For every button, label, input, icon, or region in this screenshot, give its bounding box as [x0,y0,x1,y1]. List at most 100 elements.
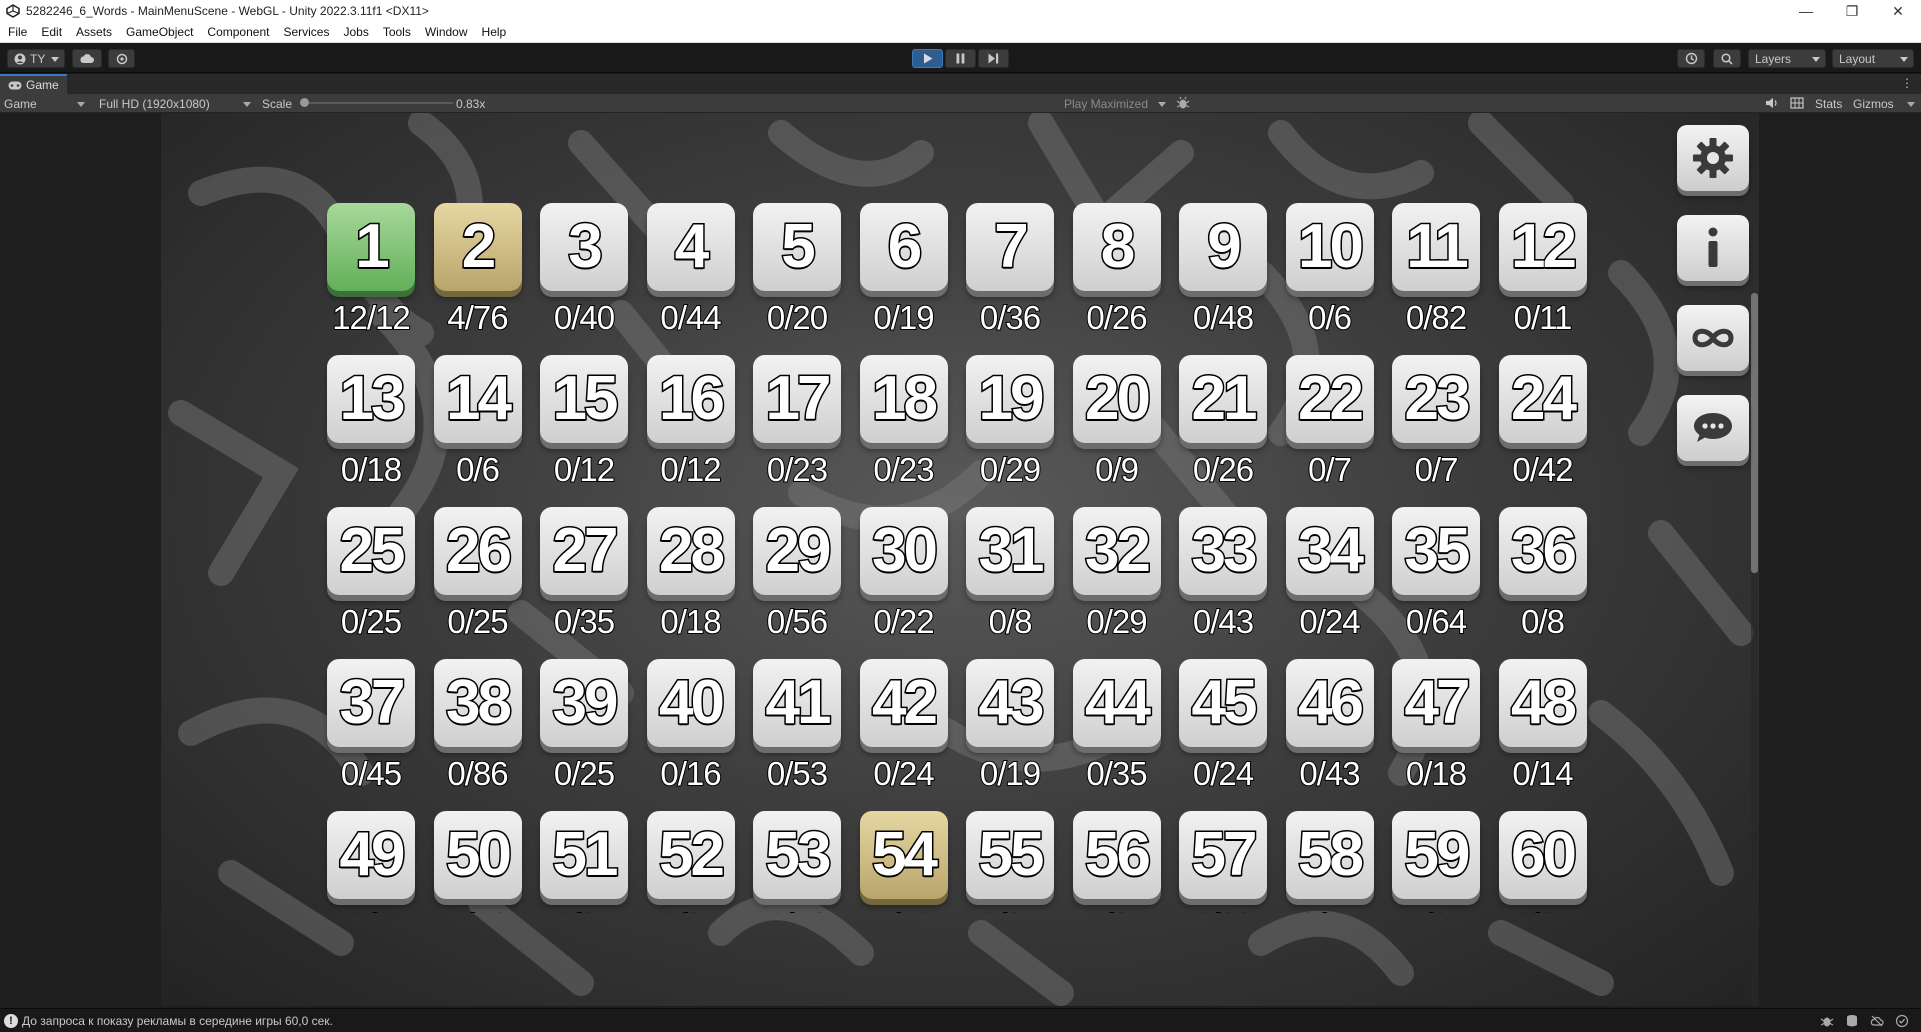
level-tile[interactable]: 55 [966,811,1054,899]
level-button[interactable]: 18 0/23 [851,355,957,505]
level-tile[interactable]: 50 [433,811,522,899]
menu-component[interactable]: Component [207,25,269,39]
level-tile[interactable]: 4 [646,203,735,291]
level-button[interactable]: 34 0/24 [1277,507,1383,657]
level-button[interactable]: 58 0/14 [1277,811,1383,913]
level-button[interactable]: 36 0/8 [1490,507,1596,657]
level-tile[interactable]: 51 [540,811,628,899]
level-button[interactable]: 27 0/35 [531,507,637,657]
level-button[interactable]: 20 0/9 [1064,355,1170,505]
level-tile[interactable]: 3 [540,203,628,291]
level-tile[interactable]: 40 [646,659,735,747]
level-tile[interactable]: 58 [1285,811,1374,899]
database-icon[interactable] [1845,1014,1859,1028]
level-tile[interactable]: 2 [433,203,522,291]
level-button[interactable]: 56 0/25 [1064,811,1170,913]
level-tile[interactable]: 45 [1179,659,1267,747]
level-tile[interactable]: 56 [1072,811,1161,899]
level-tile[interactable]: 27 [540,507,628,595]
level-button[interactable]: 49 0/8 [318,811,424,913]
level-tile[interactable]: 1 [327,203,415,291]
info-button[interactable] [1677,215,1749,281]
level-button[interactable]: 21 0/26 [1170,355,1276,505]
collab-button[interactable] [108,49,135,68]
level-button[interactable]: 32 0/29 [1064,507,1170,657]
level-button[interactable]: 35 0/64 [1383,507,1489,657]
level-tile[interactable]: 13 [327,355,415,443]
menu-assets[interactable]: Assets [76,25,112,39]
play-mode-dropdown[interactable]: Play Maximized [1060,94,1170,113]
level-tile[interactable]: 38 [433,659,522,747]
level-tile[interactable]: 25 [327,507,415,595]
level-button[interactable]: 45 0/24 [1170,659,1276,809]
menu-jobs[interactable]: Jobs [343,25,368,39]
menu-gameobject[interactable]: GameObject [126,25,193,39]
tab-game[interactable]: Game [0,74,67,94]
level-button[interactable]: 4 0/44 [638,203,744,353]
level-button[interactable]: 14 0/6 [425,355,531,505]
level-tile[interactable]: 16 [646,355,735,443]
level-tile[interactable]: 23 [1392,355,1480,443]
level-tile[interactable]: 32 [1072,507,1161,595]
endless-mode-button[interactable] [1677,305,1749,371]
cloud-button[interactable] [72,49,102,68]
level-button[interactable]: 46 0/43 [1277,659,1383,809]
kebab-menu-icon[interactable]: ⋮ [1901,76,1913,90]
level-button[interactable]: 5 0/20 [744,203,850,353]
level-tile[interactable]: 24 [1498,355,1587,443]
level-button[interactable]: 53 0/12 [744,811,850,913]
level-tile[interactable]: 39 [540,659,628,747]
menu-tools[interactable]: Tools [383,25,411,39]
level-tile[interactable]: 46 [1285,659,1374,747]
level-tile[interactable]: 17 [753,355,841,443]
scrollbar-thumb[interactable] [1751,293,1758,573]
level-button[interactable]: 17 0/23 [744,355,850,505]
level-tile[interactable]: 47 [1392,659,1480,747]
level-tile[interactable]: 31 [966,507,1054,595]
level-button[interactable]: 48 0/14 [1490,659,1596,809]
level-button[interactable]: 41 0/53 [744,659,850,809]
level-tile[interactable]: 34 [1285,507,1374,595]
level-button[interactable]: 6 0/19 [851,203,957,353]
level-button[interactable]: 8 0/26 [1064,203,1170,353]
level-button[interactable]: 22 0/7 [1277,355,1383,505]
menu-help[interactable]: Help [482,25,507,39]
level-button[interactable]: 10 0/6 [1277,203,1383,353]
level-tile[interactable]: 6 [859,203,948,291]
check-circle-icon[interactable] [1895,1014,1909,1028]
level-button[interactable]: 43 0/19 [957,659,1063,809]
menu-services[interactable]: Services [283,25,329,39]
level-button[interactable]: 7 0/36 [957,203,1063,353]
level-tile[interactable]: 5 [753,203,841,291]
level-tile[interactable]: 10 [1285,203,1374,291]
resolution-dropdown[interactable]: Full HD (1920x1080) [95,94,255,113]
level-tile[interactable]: 8 [1072,203,1161,291]
bug-icon[interactable] [1820,1014,1834,1028]
level-button[interactable]: 51 0/24 [531,811,637,913]
level-tile[interactable]: 19 [966,355,1054,443]
layers-dropdown[interactable]: Layers [1748,49,1826,68]
level-tile[interactable]: 48 [1498,659,1587,747]
level-button[interactable]: 47 0/18 [1383,659,1489,809]
level-tile[interactable]: 60 [1498,811,1587,899]
level-button[interactable]: 24 0/42 [1490,355,1596,505]
level-tile[interactable]: 33 [1179,507,1267,595]
minimize-button[interactable]: — [1783,0,1829,22]
level-tile[interactable]: 59 [1392,811,1480,899]
level-tile[interactable]: 49 [327,811,415,899]
menu-edit[interactable]: Edit [41,25,62,39]
level-tile[interactable]: 29 [753,507,841,595]
level-tile[interactable]: 42 [859,659,948,747]
search-button[interactable] [1713,49,1741,68]
history-button[interactable] [1677,49,1705,68]
level-button[interactable]: 26 0/25 [425,507,531,657]
level-button[interactable]: 29 0/56 [744,507,850,657]
level-button[interactable]: 25 0/25 [318,507,424,657]
chat-button[interactable] [1677,395,1749,461]
level-tile[interactable]: 37 [327,659,415,747]
level-tile[interactable]: 41 [753,659,841,747]
scale-slider[interactable] [300,98,453,107]
level-button[interactable]: 44 0/35 [1064,659,1170,809]
level-tile[interactable]: 35 [1392,507,1480,595]
level-button[interactable]: 38 0/86 [425,659,531,809]
